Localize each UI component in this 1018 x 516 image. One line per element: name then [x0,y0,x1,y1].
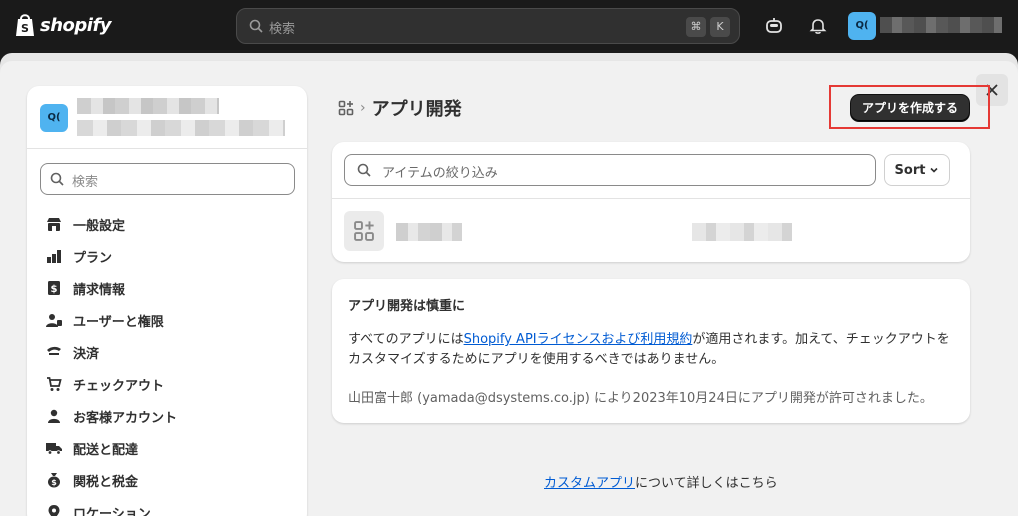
app-list-card: アイテムの絞り込み Sort [332,142,970,262]
page-title: アプリ開発 [371,99,462,120]
store-url-redacted [77,120,285,136]
global-search-input[interactable]: 検索 ⌘ K [236,8,740,44]
filter-placeholder: アイテムの絞り込み [382,166,498,181]
sidebar-item-users[interactable]: ユーザーと権限 [40,304,295,336]
store-avatar: Q( [40,104,68,132]
filter-items-input[interactable]: アイテムの絞り込み [344,154,876,186]
bell-icon[interactable] [806,14,830,38]
users-icon [45,311,63,329]
chevron-down-icon [930,167,939,173]
sidebar-item-shipping[interactable]: 配送と配達 [40,432,295,464]
breadcrumb-separator: › [360,100,366,116]
store-avatar[interactable]: Q( [848,12,876,40]
sort-button[interactable]: Sort [884,154,950,186]
store-name-redacted [77,98,219,114]
top-bar: S shopify 検索 ⌘ K Q( [0,0,1018,53]
brand-name: shopify [40,14,112,36]
person-icon [45,407,63,425]
notice-body: すべてのアプリにはShopify APIライセンスおよび利用規約が適用されます。… [348,332,950,367]
search-placeholder: 検索 [72,175,99,190]
location-icon [45,503,63,516]
create-app-button[interactable]: アプリを作成する [851,95,969,121]
search-icon [357,163,371,177]
shortcut-k-key: K [710,17,730,37]
settings-nav: 一般設定 プラン $ 請求情報 ユーザーと権限 決済 チェックアウト お客様アカ… [40,208,295,516]
svg-text:S: S [21,22,29,35]
plan-icon [45,247,63,265]
svg-text:$: $ [51,284,58,295]
shopify-logo[interactable]: S shopify [14,12,112,38]
sidebar-item-checkout[interactable]: チェックアウト [40,368,295,400]
apps-icon[interactable] [338,100,354,116]
sidebar-item-plan[interactable]: プラン [40,240,295,272]
notice-footer: 山田富十郎 (yamada@dsystems.co.jp) により2023年10… [348,391,933,406]
search-placeholder: 検索 [269,22,296,37]
sidebar-item-billing[interactable]: $ 請求情報 [40,272,295,304]
payments-icon [45,343,63,361]
app-name-redacted [396,223,462,241]
breadcrumb: › アプリ開発 [338,94,462,122]
list-item[interactable] [332,199,970,262]
shortcut-cmd-key: ⌘ [686,17,706,37]
settings-sidebar: Q( 検索 一般設定 プラン $ 請求情報 ユーザーと権限 決済 チェックアウト… [27,86,307,516]
truck-icon [45,439,63,457]
sort-label: Sort [894,162,926,178]
billing-icon: $ [45,279,63,297]
sidebar-item-payments[interactable]: 決済 [40,336,295,368]
settings-search-input[interactable]: 検索 [40,163,295,195]
sidebar-item-customer-accounts[interactable]: お客様アカウント [40,400,295,432]
apps-icon [354,221,374,241]
store-icon [45,215,63,233]
notice-card: アプリ開発は慎重に すべてのアプリにはShopify APIライセンスおよび利用… [332,279,970,423]
store-header: Q( [27,86,307,149]
search-icon [249,19,263,33]
store-name-redacted[interactable] [880,17,1002,33]
sidebar-item-taxes[interactable]: $ 関税と税金 [40,464,295,496]
shopify-bag-icon: S [16,14,34,36]
app-meta-redacted [692,223,792,241]
svg-text:$: $ [51,478,57,487]
sidebar-item-general[interactable]: 一般設定 [40,208,295,240]
sidekick-icon[interactable] [762,14,786,38]
app-thumbnail [344,211,384,251]
custom-apps-link[interactable]: カスタムアプリ [544,476,635,491]
search-icon [50,172,64,186]
notice-title: アプリ開発は慎重に [348,299,466,314]
sidebar-item-locations[interactable]: ロケーション [40,496,295,516]
custom-apps-help: カスタムアプリについて詳しくはこちら [544,476,778,491]
api-terms-link[interactable]: Shopify APIライセンスおよび利用規約 [464,332,693,347]
cart-icon [45,375,63,393]
tax-icon: $ [45,471,63,489]
